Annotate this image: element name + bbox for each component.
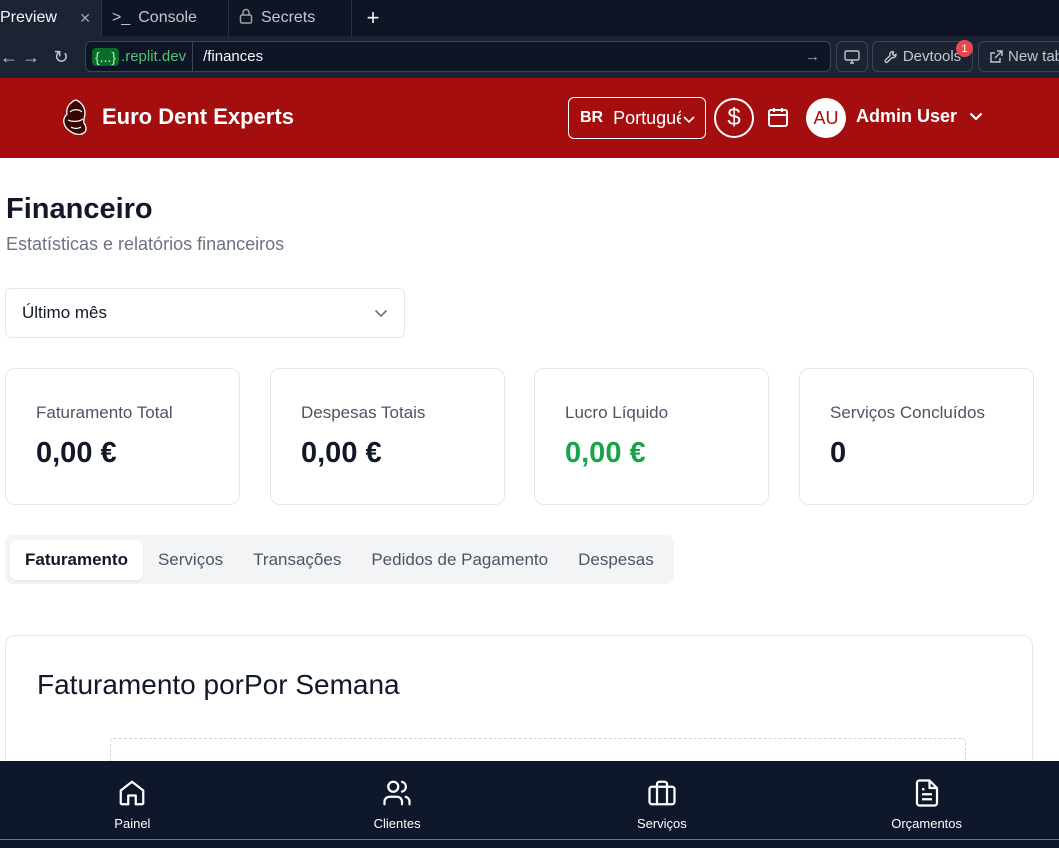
brand[interactable]: Euro Dent Experts xyxy=(60,98,294,136)
nav-item-servicos[interactable]: Serviços xyxy=(530,761,795,839)
nav-label: Serviços xyxy=(636,816,687,831)
tab-preview[interactable]: Preview ✕ xyxy=(0,0,102,36)
car-logo-icon xyxy=(63,99,87,136)
tab-billing[interactable]: Faturamento xyxy=(10,539,143,580)
user-name: Admin User xyxy=(856,106,958,126)
url-field[interactable]: {...} .replit.dev /finances → xyxy=(85,41,831,72)
language-select[interactable]: BR Português xyxy=(568,97,706,139)
chevron-down-icon xyxy=(374,309,388,318)
stat-value: 0,00 € xyxy=(565,437,646,469)
stat-value: 0,00 € xyxy=(301,437,382,469)
stat-label: Faturamento Total xyxy=(36,403,173,422)
bottom-nav: Painel Clientes Serviços Orçamentos xyxy=(0,761,1059,839)
stat-value: 0 xyxy=(830,437,847,469)
browser-url-bar: ← → ↻ {...} .replit.dev /finances → Devt… xyxy=(0,36,1059,78)
url-path: /finances xyxy=(203,48,264,65)
arrow-right-icon[interactable]: → xyxy=(805,48,830,65)
home-icon xyxy=(120,780,145,806)
devtools-count-badge: 1 xyxy=(956,40,973,57)
user-menu[interactable]: Admin User xyxy=(856,106,983,127)
page-subtitle: Estatísticas e relatórios financeiros xyxy=(6,234,285,254)
screen-button[interactable] xyxy=(836,41,868,72)
open-new-tab-button[interactable]: New tab xyxy=(978,41,1059,72)
bottom-divider xyxy=(0,839,1059,848)
tab-secrets[interactable]: Secrets xyxy=(229,0,352,36)
language-code: BR xyxy=(580,109,604,126)
terminal-icon: >_ xyxy=(112,9,131,26)
arrow-left-icon[interactable]: ← xyxy=(0,47,16,68)
dollar-icon: $ xyxy=(727,104,741,131)
stat-label: Despesas Totais xyxy=(301,403,426,422)
nav-label: Orçamentos xyxy=(891,816,963,831)
tab-transactions[interactable]: Transações xyxy=(238,540,356,580)
nav-item-painel[interactable]: Painel xyxy=(0,761,265,839)
currency-button[interactable]: $ xyxy=(714,98,754,138)
stat-card-total-expenses: Despesas Totais 0,00 € xyxy=(270,368,505,505)
calendar-button[interactable] xyxy=(764,103,792,131)
tab-console-label: Console xyxy=(138,9,197,26)
nav-label: Clientes xyxy=(373,816,421,831)
stat-label: Lucro Líquido xyxy=(565,403,669,422)
period-selected-value: Último mês xyxy=(22,303,108,322)
wrench-icon xyxy=(884,50,897,63)
external-link-icon xyxy=(990,49,1003,63)
lock-icon xyxy=(239,8,253,29)
arrow-right-icon[interactable]: → xyxy=(16,47,46,68)
brand-name: Euro Dent Experts xyxy=(102,104,294,129)
period-select[interactable]: Último mês xyxy=(5,288,405,338)
url-badge: {...} xyxy=(92,47,120,66)
app-header: Euro Dent Experts BR Português $ AU Admi… xyxy=(0,78,1059,158)
panel-title: Faturamento porPor Semana xyxy=(37,669,400,700)
nav-label: Painel xyxy=(114,816,151,831)
users-icon xyxy=(383,780,411,806)
tab-secrets-label: Secrets xyxy=(261,9,316,26)
browser-tab-bar: Preview ✕ >_ Console Secrets + xyxy=(0,0,1059,36)
stat-card-net-profit: Lucro Líquido 0,00 € xyxy=(534,368,769,505)
tab-payment-requests[interactable]: Pedidos de Pagamento xyxy=(356,540,563,580)
reload-icon[interactable]: ↻ xyxy=(46,47,76,68)
stat-value: 0,00 € xyxy=(36,437,117,469)
stat-card-services-completed: Serviços Concluídos 0 xyxy=(799,368,1034,505)
url-domain-text: .replit.dev xyxy=(121,48,187,65)
nav-item-clientes[interactable]: Clientes xyxy=(265,761,530,839)
calendar-icon xyxy=(768,108,788,127)
close-icon[interactable]: ✕ xyxy=(79,10,91,27)
stat-label: Serviços Concluídos xyxy=(830,403,985,422)
devtools-label: Devtools xyxy=(902,48,962,65)
monitor-icon xyxy=(844,49,860,64)
new-tab-button[interactable]: + xyxy=(352,0,394,36)
nav-item-orcamentos[interactable]: Orçamentos xyxy=(794,761,1059,839)
briefcase-icon xyxy=(648,780,676,806)
chevron-down-icon xyxy=(681,108,695,129)
tab-services[interactable]: Serviços xyxy=(143,540,238,580)
new-tab-label: New tab xyxy=(1008,48,1059,65)
tab-console[interactable]: >_ Console xyxy=(102,0,229,36)
finance-tabs: Faturamento Serviços Transações Pedidos … xyxy=(5,535,674,584)
file-text-icon xyxy=(915,779,938,807)
stat-card-total-revenue: Faturamento Total 0,00 € xyxy=(5,368,240,505)
avatar[interactable]: AU xyxy=(806,98,846,138)
tab-preview-label: Preview xyxy=(0,9,57,26)
chevron-down-icon xyxy=(969,112,983,121)
url-domain: {...} .replit.dev xyxy=(86,42,194,71)
tab-expenses[interactable]: Despesas xyxy=(563,540,669,580)
page-title: Financeiro xyxy=(6,193,153,225)
